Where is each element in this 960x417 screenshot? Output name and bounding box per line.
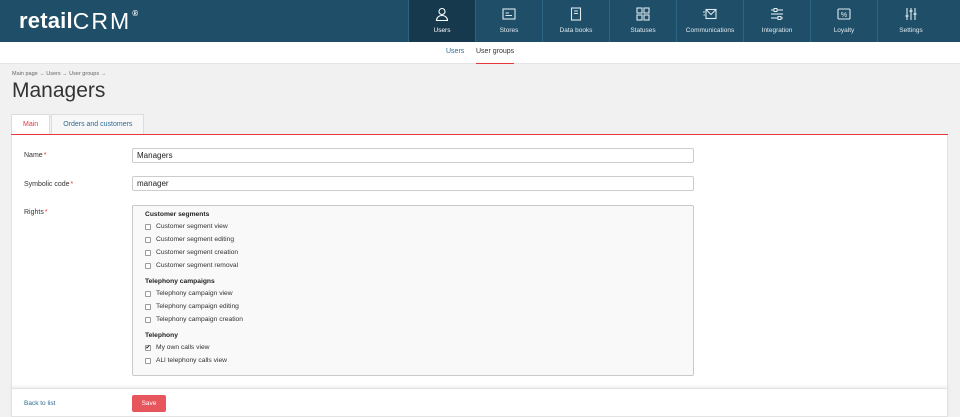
- checkbox[interactable]: [145, 249, 151, 256]
- permission-label: Telephony campaign editing: [156, 303, 239, 310]
- permission-label: Customer segment creation: [156, 249, 239, 256]
- save-button[interactable]: Save: [132, 395, 166, 412]
- permission-label: Customer segment removal: [156, 262, 239, 269]
- tab-main[interactable]: Main: [11, 114, 51, 135]
- permission-label: Telephony campaign view: [156, 290, 233, 297]
- nav-label-data-books: Data books: [559, 27, 593, 34]
- permission-label: My own calls view: [156, 344, 210, 351]
- back-to-list-link[interactable]: Back to list: [24, 400, 55, 407]
- nav-label-communications: Communications: [685, 27, 735, 34]
- permission-item[interactable]: Customer segment editing: [145, 235, 234, 244]
- nav-item-integration[interactable]: Integration: [743, 0, 810, 42]
- nav-item-loyalty[interactable]: % Loyalty: [810, 0, 877, 42]
- svg-text:%: %: [841, 12, 847, 19]
- form-tabs: Main Orders and customers: [11, 114, 145, 135]
- nav-item-communications[interactable]: Communications: [676, 0, 743, 42]
- nav-item-stores[interactable]: Stores: [475, 0, 542, 42]
- permission-item[interactable]: ✔ My own calls view: [145, 343, 210, 352]
- permission-label: Telephony campaign creation: [156, 316, 243, 323]
- permission-item[interactable]: ALl telephony calls view: [145, 356, 227, 365]
- permission-label: Customer segment editing: [156, 236, 235, 243]
- nav-item-settings[interactable]: Settings: [877, 0, 944, 42]
- nav-label-loyalty: Loyalty: [833, 27, 855, 34]
- nav-item-users[interactable]: Users: [408, 0, 475, 42]
- required-mark: *: [44, 209, 48, 216]
- nav-label-statuses: Statuses: [630, 27, 656, 34]
- permission-item[interactable]: Telephony campaign view: [145, 289, 233, 298]
- logo-registered-mark: ®: [132, 8, 139, 18]
- permission-label: ALl telephony calls view: [156, 357, 227, 364]
- permission-item[interactable]: Telephony campaign editing: [145, 302, 239, 311]
- symbolic-code-input[interactable]: [132, 176, 694, 191]
- group-title-telephony: Telephony: [145, 332, 178, 339]
- checkbox[interactable]: [145, 236, 151, 243]
- permission-label: Customer segment view: [156, 223, 228, 230]
- form-panel: Name* Symbolic code* Rights* Customer se…: [11, 135, 948, 388]
- retailcrm-logo[interactable]: retail CRM ®: [19, 8, 138, 34]
- symbolic-code-label: Symbolic code*: [24, 181, 73, 188]
- nav-label-integration: Integration: [761, 27, 793, 34]
- user-icon: [435, 7, 449, 21]
- checkbox[interactable]: [145, 262, 151, 269]
- permission-item[interactable]: Telephony campaign creation: [145, 315, 243, 324]
- rights-label-text: Rights: [24, 209, 44, 216]
- checkbox[interactable]: [145, 316, 151, 323]
- rights-label: Rights*: [24, 209, 48, 216]
- permission-item[interactable]: Customer segment removal: [145, 261, 238, 270]
- name-label-text: Name: [24, 152, 43, 159]
- nav-label-users: Users: [433, 27, 451, 34]
- nav-item-data-books[interactable]: Data books: [542, 0, 609, 42]
- checkbox-checked[interactable]: ✔: [145, 344, 151, 351]
- name-input[interactable]: [132, 148, 694, 163]
- mail-icon: [703, 7, 717, 21]
- permission-item[interactable]: Customer segment creation: [145, 248, 238, 257]
- name-label: Name*: [24, 152, 46, 159]
- top-navbar: retail CRM ® Users Stores Data books Statu…: [0, 0, 960, 42]
- tab-orders-and-customers[interactable]: Orders and customers: [51, 114, 145, 135]
- book-icon: [569, 7, 583, 21]
- main-nav: Users Stores Data books Statuses Communi…: [408, 0, 944, 42]
- group-title-customer-segments: Customer segments: [145, 211, 210, 218]
- percent-icon: %: [837, 7, 851, 21]
- checkbox[interactable]: [145, 303, 151, 310]
- checkbox[interactable]: [145, 357, 151, 364]
- checkbox[interactable]: [145, 290, 151, 297]
- required-mark: *: [43, 152, 47, 159]
- nav-item-statuses[interactable]: Statuses: [609, 0, 676, 42]
- permission-item[interactable]: Customer segment view: [145, 222, 228, 231]
- statuses-grid-icon: [636, 7, 650, 21]
- group-title-telephony-campaigns: Telephony campaigns: [145, 278, 215, 285]
- store-icon: [502, 7, 516, 21]
- nav-label-stores: Stores: [499, 27, 519, 34]
- form-footer: Back to list Save: [11, 388, 948, 417]
- symbolic-code-label-text: Symbolic code: [24, 181, 70, 188]
- page-title: Managers: [12, 79, 106, 102]
- logo-crm-text: CRM: [72, 7, 132, 34]
- logo-text: retail: [19, 8, 73, 33]
- subnav-user-groups[interactable]: User groups: [476, 42, 515, 64]
- breadcrumb[interactable]: Main page → Users → User groups →: [12, 71, 106, 77]
- subnav-users[interactable]: Users: [446, 42, 464, 64]
- rights-list[interactable]: Customer segments Customer segment view …: [132, 205, 694, 376]
- required-mark: *: [70, 181, 74, 188]
- nav-label-settings: Settings: [899, 27, 923, 34]
- sliders-icon: [904, 7, 918, 21]
- integration-icon: [770, 7, 784, 21]
- checkbox[interactable]: [145, 223, 151, 230]
- sub-nav: Users User groups: [0, 42, 960, 64]
